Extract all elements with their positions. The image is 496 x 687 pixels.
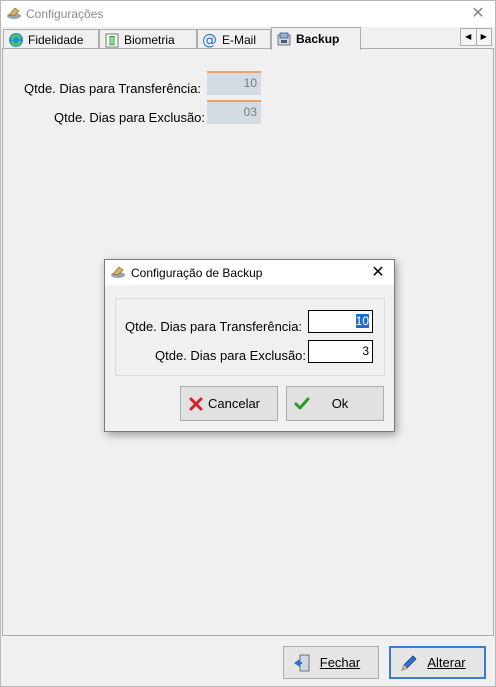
backup-icon [276, 31, 292, 47]
dialog-title: Configuração de Backup [131, 266, 263, 280]
cancel-button-label: Cancelar [207, 396, 261, 411]
refresh-green-icon [8, 32, 24, 48]
transfer-days-label: Qtde. Dias para Transferência: [24, 81, 202, 96]
tab-email[interactable]: @ E-Mail [197, 29, 271, 49]
close-button-label: Fechar [319, 655, 361, 670]
backup-config-dialog: Configuração de Backup ✕ Qtde. Dias para… [104, 259, 395, 432]
dialog-delete-days-label: Qtde. Dias para Exclusão: [155, 348, 307, 363]
cancel-x-icon [187, 395, 205, 413]
dialog-app-icon [110, 265, 126, 279]
at-sign-icon: @ [202, 31, 218, 49]
close-icon[interactable]: ✕ [467, 4, 489, 24]
tab-backup[interactable]: Backup [271, 27, 361, 50]
pencil-icon [399, 653, 419, 673]
tab-scroll-right-icon[interactable]: ▶ [477, 29, 492, 45]
edit-button-label: Alterar [427, 655, 466, 670]
settings-window: Configurações ✕ Fidelidade Biometria @ E… [0, 0, 496, 687]
dialog-transfer-days-input[interactable]: 10 [308, 310, 373, 333]
delete-days-field[interactable]: 03 [207, 100, 261, 124]
title-bar: Configurações ✕ [1, 1, 495, 27]
tab-label: Biometria [124, 32, 175, 47]
tab-strip: Fidelidade Biometria @ E-Mail Backup ◀ ▶ [1, 27, 495, 50]
dialog-delete-days-input[interactable]: 3 [308, 340, 373, 363]
tab-label: Fidelidade [28, 32, 84, 47]
exit-door-icon [292, 653, 312, 673]
tab-label: E-Mail [222, 32, 257, 47]
ok-button[interactable]: Ok [286, 386, 384, 421]
ok-button-label: Ok [331, 396, 349, 411]
dialog-title-bar: Configuração de Backup ✕ [105, 260, 394, 285]
transfer-days-field[interactable]: 10 [207, 71, 261, 95]
edit-button[interactable]: Alterar [389, 646, 486, 679]
delete-days-label: Qtde. Dias para Exclusão: [54, 110, 206, 125]
svg-text:@: @ [202, 32, 217, 48]
dialog-close-icon[interactable]: ✕ [368, 262, 388, 282]
checkmark-icon [293, 395, 311, 413]
close-button[interactable]: Fechar [283, 646, 379, 679]
cancel-button[interactable]: Cancelar [180, 386, 278, 421]
fingerprint-icon [104, 32, 120, 48]
tab-scroll-buttons: ◀ ▶ [460, 28, 492, 46]
window-title: Configurações [26, 7, 104, 21]
app-icon [6, 6, 22, 20]
dialog-transfer-days-value: 10 [355, 314, 369, 328]
tab-scroll-left-icon[interactable]: ◀ [461, 29, 477, 45]
dialog-transfer-days-label: Qtde. Dias para Transferência: [125, 319, 303, 334]
tab-fidelidade[interactable]: Fidelidade [3, 29, 99, 49]
tab-label: Backup [296, 32, 340, 46]
tab-biometria[interactable]: Biometria [99, 29, 197, 49]
